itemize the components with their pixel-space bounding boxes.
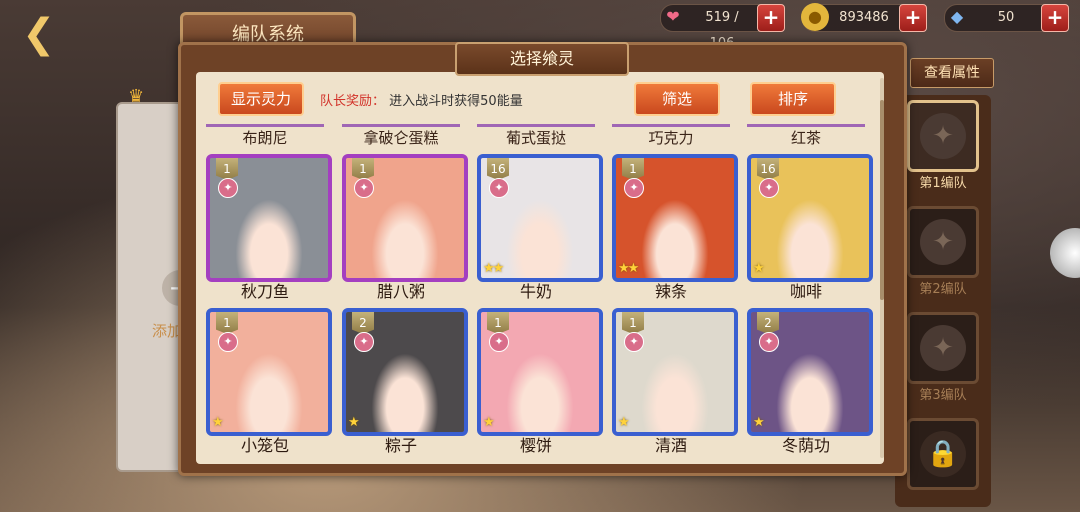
spirit-card[interactable]: 1 ✦ ★ (206, 308, 332, 436)
gold-value: 893486 (839, 10, 889, 25)
add-gem-button[interactable]: + (1041, 4, 1069, 32)
gem-resource: ◆ 50 + (944, 4, 1069, 32)
spirit-card[interactable]: 2 ✦ ★ (342, 308, 468, 436)
spirit-name: 冬荫功 (781, 436, 830, 455)
team-crest-icon: ✦ (920, 325, 966, 371)
spirit-name: 秋刀鱼 (240, 282, 289, 301)
level-badge: 16 (487, 158, 509, 180)
element-icon: ✦ (624, 332, 644, 352)
level-badge: 1 (352, 158, 374, 180)
element-icon: ✦ (489, 332, 509, 352)
back-arrow-icon[interactable]: ❮ (22, 14, 82, 54)
coin-icon: ● (801, 3, 829, 31)
element-icon: ✦ (218, 178, 238, 198)
lock-icon: 🔒 (920, 431, 966, 477)
add-gold-button[interactable]: + (899, 4, 927, 32)
spirit-name-top: 布朗尼 (206, 124, 324, 148)
team-crest-icon: ✦ (920, 219, 966, 265)
star-rating: ★ (212, 415, 224, 430)
element-icon: ✦ (759, 332, 779, 352)
star-rating: ★ (618, 415, 630, 430)
team-2-label: 第2编队 (919, 282, 967, 297)
spirit-name: 辣条 (654, 282, 687, 301)
scroll-thumb[interactable] (880, 100, 884, 300)
gold-resource: ● 893486 + (801, 3, 927, 32)
level-badge: 16 (757, 158, 779, 180)
spirit-name: 粽子 (384, 436, 417, 455)
team-3-button[interactable]: ✦ (907, 312, 979, 384)
spirit-name-top: 红茶 (747, 124, 865, 148)
team-2-button[interactable]: ✦ (907, 206, 979, 278)
element-icon: ✦ (489, 178, 509, 198)
spirit-name-top: 巧克力 (612, 124, 730, 148)
spirit-card[interactable]: 16 ✦ ★ (747, 154, 873, 282)
spirit-name: 小笼包 (240, 436, 289, 455)
level-badge: 1 (216, 312, 238, 334)
star-rating: ★★ (618, 261, 639, 276)
level-badge: 2 (352, 312, 374, 334)
spirit-card[interactable]: 16 ✦ ★★ (477, 154, 603, 282)
spirit-card[interactable]: 1 ✦ (342, 154, 468, 282)
team-1-label: 第1编队 (919, 176, 967, 191)
view-attributes-button[interactable]: 查看属性 (910, 58, 994, 88)
level-badge: 1 (622, 312, 644, 334)
sort-button[interactable]: 排序 (750, 82, 836, 116)
show-spirit-button[interactable]: 显示灵力 (218, 82, 304, 116)
leader-reward: 队长奖励： 进入战斗时获得50能量 (320, 90, 523, 109)
spirit-name: 咖啡 (789, 282, 822, 301)
element-icon: ✦ (354, 332, 374, 352)
level-badge: 2 (757, 312, 779, 334)
reward-text: 进入战斗时获得50能量 (389, 94, 523, 109)
team-3-label: 第3编队 (919, 388, 967, 403)
add-hp-button[interactable]: + (757, 4, 785, 32)
star-rating: ★ (753, 261, 765, 276)
star-rating: ★ (753, 415, 765, 430)
spirit-card[interactable]: 2 ✦ ★ (747, 308, 873, 436)
element-icon: ✦ (624, 178, 644, 198)
element-icon: ✦ (354, 178, 374, 198)
level-badge: 1 (487, 312, 509, 334)
star-rating: ★★ (483, 261, 504, 276)
spirit-name: 牛奶 (519, 282, 552, 301)
spirit-name-top: 拿破仑蛋糕 (342, 124, 460, 148)
spirit-name: 腊八粥 (376, 282, 425, 301)
filter-button[interactable]: 筛选 (634, 82, 720, 116)
spirit-name: 清酒 (654, 436, 687, 455)
team-4-locked-button[interactable]: 🔒 (907, 418, 979, 490)
spirit-card[interactable]: 1 ✦ (206, 154, 332, 282)
spirit-name: 樱饼 (519, 436, 552, 455)
hp-resource: ❤ 519 / 106 + (660, 4, 785, 51)
gem-value: 50 (997, 10, 1015, 25)
level-badge: 1 (216, 158, 238, 180)
element-icon: ✦ (759, 178, 779, 198)
star-rating: ★ (348, 415, 360, 430)
spirit-card[interactable]: 1 ✦ ★★ (612, 154, 738, 282)
star-rating: ★ (483, 415, 495, 430)
team-1-button[interactable]: ✦ (907, 100, 979, 172)
spirit-name-top: 葡式蛋挞 (477, 124, 595, 148)
team-crest-icon: ✦ (920, 113, 966, 159)
crystal-icon: ◆ (950, 7, 964, 26)
heart-icon: ❤ (666, 7, 680, 26)
spirit-card[interactable]: 1 ✦ ★ (477, 308, 603, 436)
element-icon: ✦ (218, 332, 238, 352)
dialog-title: 选择飨灵 (455, 42, 629, 76)
spirit-card[interactable]: 1 ✦ ★ (612, 308, 738, 436)
reward-key: 队长奖励： (320, 94, 386, 109)
level-badge: 1 (622, 158, 644, 180)
